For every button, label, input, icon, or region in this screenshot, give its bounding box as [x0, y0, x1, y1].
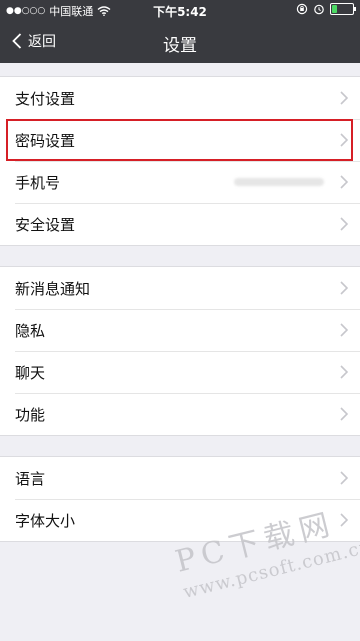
alarm-icon	[314, 4, 324, 15]
chevron-right-icon	[340, 91, 348, 105]
settings-item-label: 语言	[15, 469, 46, 488]
chevron-right-icon	[340, 133, 348, 147]
page-title: 设置	[163, 36, 197, 56]
battery-fill	[332, 5, 337, 13]
settings-item-payment[interactable]: 支付设置	[0, 77, 360, 119]
orientation-lock-icon	[296, 3, 308, 15]
navigation-bar: 返回 设置	[0, 20, 360, 63]
settings-item-language[interactable]: 语言	[0, 457, 360, 499]
settings-item-features[interactable]: 功能	[0, 393, 360, 435]
settings-item-label: 聊天	[15, 363, 46, 382]
settings-group-general: 新消息通知 隐私 聊天 功能	[0, 266, 360, 436]
chevron-right-icon	[340, 365, 348, 379]
chevron-right-icon	[340, 281, 348, 295]
settings-item-label: 密码设置	[15, 131, 76, 150]
settings-item-label: 隐私	[15, 321, 46, 340]
settings-item-security[interactable]: 安全设置	[0, 203, 360, 245]
settings-item-label: 安全设置	[15, 215, 76, 234]
settings-item-notifications[interactable]: 新消息通知	[0, 267, 360, 309]
settings-item-label: 支付设置	[15, 89, 76, 108]
settings-item-chat[interactable]: 聊天	[0, 351, 360, 393]
settings-group-account: 支付设置 密码设置 手机号 安全设置	[0, 76, 360, 246]
settings-item-label: 新消息通知	[15, 279, 91, 298]
top-bar: ●●○○○ 中国联通 下午5:42 返回 设置	[0, 0, 360, 63]
chevron-right-icon	[340, 323, 348, 337]
chevron-right-icon	[340, 407, 348, 421]
phone-number-blurred	[234, 178, 324, 186]
chevron-right-icon	[340, 175, 348, 189]
settings-item-password[interactable]: 密码设置	[0, 119, 360, 161]
settings-item-label: 字体大小	[15, 511, 76, 530]
chevron-right-icon	[340, 471, 348, 485]
settings-item-phone[interactable]: 手机号	[0, 161, 360, 203]
settings-item-label: 手机号	[15, 173, 61, 192]
chevron-right-icon	[340, 217, 348, 231]
settings-item-label: 功能	[15, 405, 46, 424]
status-bar: ●●○○○ 中国联通 下午5:42	[0, 0, 360, 20]
settings-item-privacy[interactable]: 隐私	[0, 309, 360, 351]
battery-icon	[330, 3, 356, 15]
